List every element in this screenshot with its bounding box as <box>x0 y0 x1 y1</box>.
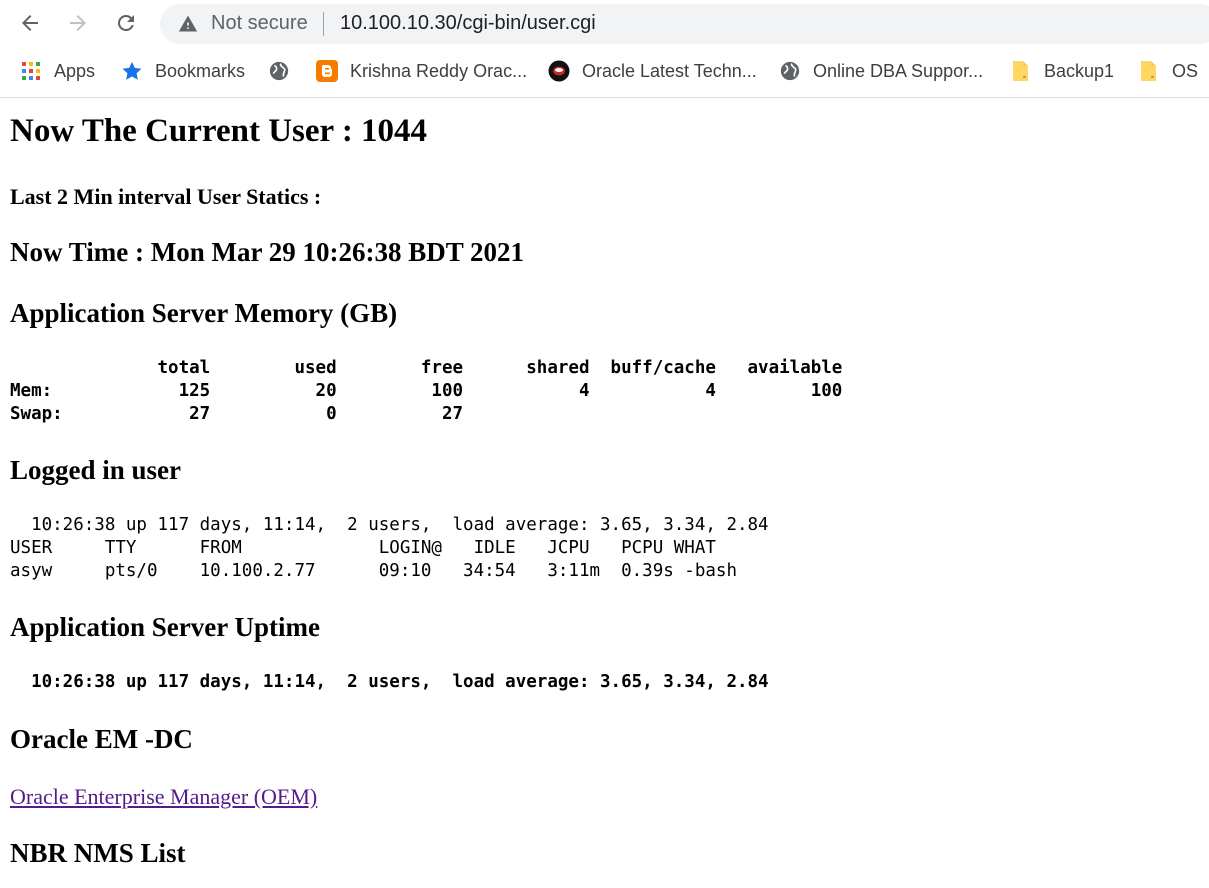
arrow-right-icon <box>70 15 86 31</box>
bookmark-label: Krishna Reddy Orac... <box>350 60 528 81</box>
bookmark-bookmarks[interactable]: Bookmarks <box>121 58 245 84</box>
reload-icon <box>117 14 134 31</box>
security-label[interactable]: Not secure <box>211 12 308 35</box>
bookmark-label: Oracle Latest Techn... <box>582 60 757 81</box>
interval-stats-heading: Last 2 Min interval User Statics : <box>10 184 322 209</box>
current-user-heading: Now The Current User : 1044 <box>10 113 428 149</box>
page-content: Now The Current User : 1044 Last 2 Min i… <box>0 98 1209 888</box>
now-time-heading: Now Time : Mon Mar 29 10:26:38 BDT 2021 <box>10 237 524 267</box>
arrow-left-icon <box>22 15 38 31</box>
logged-in-output: 10:26:38 up 117 days, 11:14, 2 users, lo… <box>10 515 769 581</box>
oem-heading: Oracle EM -DC <box>10 724 193 754</box>
star-icon <box>121 60 143 82</box>
logged-in-heading: Logged in user <box>10 455 182 485</box>
forward-button[interactable] <box>63 8 93 38</box>
bookmark-label: OS <box>1172 60 1199 81</box>
apps-grid-icon <box>20 60 42 82</box>
address-bar[interactable]: Not secure 10.100.10.30/cgi-bin/user.cgi <box>160 4 1209 44</box>
bookmark-krishna-reddy[interactable]: Krishna Reddy Orac... <box>316 58 527 84</box>
nms-heading: NBR NMS List <box>10 838 186 868</box>
bookmark-oracle-latest[interactable]: Oracle Latest Techn... <box>548 58 757 84</box>
bookmark-backup1[interactable]: Backup1 <box>1010 58 1114 84</box>
blogger-icon <box>316 60 338 82</box>
bookmark-online-dba[interactable]: Online DBA Suppor... <box>779 58 983 84</box>
bookmark-label: Online DBA Suppor... <box>813 60 984 81</box>
address-separator <box>323 12 324 36</box>
bookmark-label: Backup1 <box>1044 60 1115 81</box>
bookmark-label: Apps <box>54 60 96 81</box>
back-button[interactable] <box>15 8 45 38</box>
oem-link[interactable]: Oracle Enterprise Manager (OEM) <box>10 784 317 810</box>
reload-button[interactable] <box>111 8 141 38</box>
browser-chrome: Not secure 10.100.10.30/cgi-bin/user.cgi… <box>0 0 1209 98</box>
bookmark-globe[interactable] <box>268 58 302 84</box>
bookmark-os[interactable]: OS <box>1138 58 1198 84</box>
bookmarks-bar: Apps Bookmarks Krishna Reddy Orac... Ora… <box>0 52 1209 90</box>
folder-icon <box>1010 60 1032 82</box>
memory-heading: Application Server Memory (GB) <box>10 298 398 328</box>
memory-table: total used free shared buff/cache availa… <box>10 358 843 424</box>
globe-icon <box>779 60 801 82</box>
site-icon <box>548 60 570 82</box>
uptime-output: 10:26:38 up 117 days, 11:14, 2 users, lo… <box>10 672 769 692</box>
folder-icon <box>1138 60 1160 82</box>
bookmark-apps[interactable]: Apps <box>20 58 95 84</box>
globe-icon <box>268 60 290 82</box>
url-text[interactable]: 10.100.10.30/cgi-bin/user.cgi <box>340 12 596 35</box>
uptime-heading: Application Server Uptime <box>10 612 320 642</box>
bookmark-label: Bookmarks <box>155 60 246 81</box>
warning-icon <box>178 14 198 40</box>
